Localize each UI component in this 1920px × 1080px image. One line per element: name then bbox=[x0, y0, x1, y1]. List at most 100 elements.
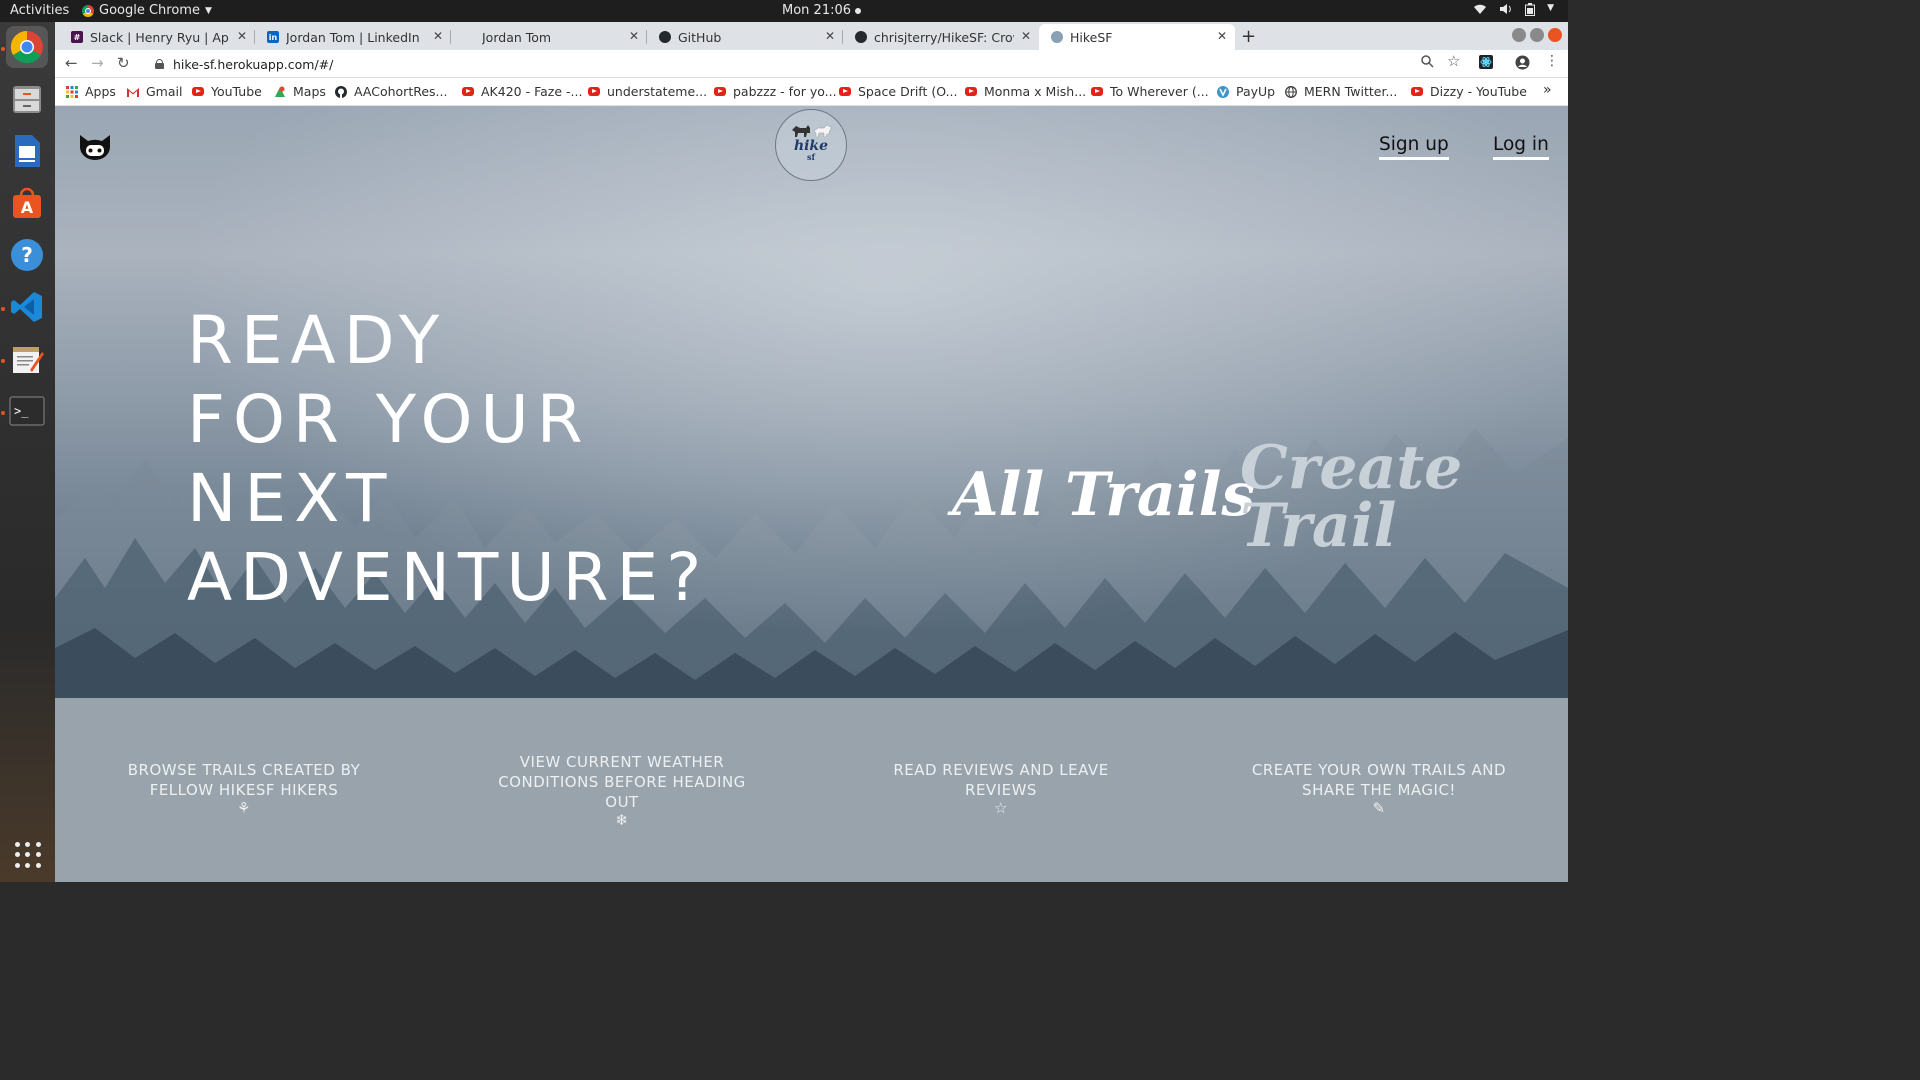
caret-down-icon: ▼ bbox=[204, 5, 212, 16]
github-cat-icon[interactable] bbox=[77, 133, 113, 163]
tab-linkedin[interactable]: in Jordan Tom | LinkedIn ✕ bbox=[255, 24, 451, 50]
zoom-icon[interactable] bbox=[1421, 55, 1434, 72]
bookmark-payup[interactable]: PayUp bbox=[1217, 84, 1275, 99]
bookmark-star-icon[interactable]: ☆ bbox=[1447, 52, 1460, 70]
window-controls bbox=[1512, 28, 1562, 42]
tab-slack[interactable]: # Slack | Henry Ryu | App Academy ✕ bbox=[59, 24, 255, 50]
signup-link[interactable]: Sign up bbox=[1379, 134, 1449, 160]
address-bar[interactable]: hike-sf.herokuapp.com/#/ bbox=[155, 54, 1475, 74]
document-icon bbox=[15, 135, 40, 167]
react-devtools-icon[interactable] bbox=[1479, 55, 1493, 73]
tab-github[interactable]: GitHub ✕ bbox=[647, 24, 843, 50]
login-link[interactable]: Log in bbox=[1493, 134, 1549, 160]
youtube-icon bbox=[1091, 87, 1103, 96]
close-tab-icon[interactable]: ✕ bbox=[629, 29, 639, 43]
show-applications-icon[interactable] bbox=[15, 842, 41, 868]
dock-vscode[interactable] bbox=[6, 286, 48, 328]
youtube-icon bbox=[714, 87, 726, 96]
pencil-icon: ✎ bbox=[1372, 799, 1386, 817]
dock-chrome[interactable] bbox=[6, 26, 48, 68]
bookmark-label: Monma x Mish... bbox=[984, 84, 1087, 99]
close-window-button[interactable] bbox=[1548, 28, 1562, 42]
create-trail-link[interactable]: Create Trail bbox=[1240, 438, 1462, 556]
feature-weather: VIEW CURRENT WEATHER CONDITIONS BEFORE H… bbox=[487, 752, 757, 828]
tab-strip: # Slack | Henry Ryu | App Academy ✕ in J… bbox=[55, 22, 1568, 50]
forward-arrow-icon[interactable]: → bbox=[91, 54, 104, 72]
bookmark-label: Maps bbox=[293, 84, 326, 99]
bookmark-youtube[interactable]: YouTube bbox=[192, 84, 262, 99]
bookmark-dizzy[interactable]: Dizzy - YouTube bbox=[1411, 84, 1527, 99]
minimize-button[interactable] bbox=[1512, 28, 1526, 42]
reload-icon[interactable]: ↻ bbox=[117, 54, 130, 72]
bookmark-understatement[interactable]: understateme... bbox=[588, 84, 707, 99]
system-tray[interactable]: ▼ bbox=[1473, 3, 1554, 19]
maps-icon bbox=[275, 86, 285, 97]
menu-kebab-icon[interactable]: ⋮ bbox=[1545, 53, 1559, 69]
new-tab-button[interactable]: + bbox=[1241, 26, 1256, 47]
bookmark-space-drift[interactable]: Space Drift (O... bbox=[839, 84, 958, 99]
slack-favicon-icon: # bbox=[71, 31, 83, 43]
chrome-icon bbox=[82, 4, 94, 17]
dock-text-editor[interactable] bbox=[6, 338, 48, 380]
ubuntu-dock: A ? >_ bbox=[0, 22, 55, 882]
bookmark-label: understateme... bbox=[607, 84, 708, 99]
bookmark-label: Space Drift (O... bbox=[858, 84, 958, 99]
dock-terminal[interactable]: >_ bbox=[6, 390, 48, 432]
file-cabinet-icon bbox=[13, 86, 41, 113]
bookmark-to-wherever[interactable]: To Wherever (... bbox=[1091, 84, 1209, 99]
bookmark-maps[interactable]: Maps bbox=[274, 84, 326, 99]
close-tab-icon[interactable]: ✕ bbox=[1217, 29, 1227, 43]
bookmark-mern-twitter[interactable]: MERN Twitter... bbox=[1285, 84, 1397, 99]
apps-grid-icon bbox=[66, 85, 78, 98]
lock-icon bbox=[155, 59, 164, 69]
tab-hikesf-repo[interactable]: chrisjterry/HikeSF: Crowdsourced ✕ bbox=[843, 24, 1039, 50]
youtube-icon bbox=[1411, 87, 1423, 96]
bookmark-label: Dizzy - YouTube bbox=[1430, 84, 1527, 99]
headline-line: NEXT bbox=[187, 460, 395, 537]
bookmarks-overflow-button[interactable]: » bbox=[1543, 82, 1552, 98]
tab-hikesf[interactable]: HikeSF ✕ bbox=[1039, 24, 1235, 50]
bookmark-gmail[interactable]: Gmail bbox=[127, 84, 182, 99]
clock[interactable]: Mon 21:06 bbox=[782, 3, 862, 18]
feature-text: CREATE YOUR OWN TRAILS AND SHARE THE MAG… bbox=[1251, 761, 1507, 799]
hero-section: hike sf Sign up Log in READY FOR YOUR NE… bbox=[55, 106, 1568, 698]
running-indicator bbox=[1, 307, 5, 311]
clock-label: Mon 21:06 bbox=[782, 3, 852, 18]
dock-help[interactable]: ? bbox=[6, 234, 48, 276]
star-icon: ☆ bbox=[994, 799, 1008, 817]
running-indicator bbox=[1, 411, 5, 415]
bookmark-aacohort[interactable]: AACohortRes... bbox=[335, 84, 447, 99]
close-tab-icon[interactable]: ✕ bbox=[825, 29, 835, 43]
close-tab-icon[interactable]: ✕ bbox=[237, 29, 247, 43]
youtube-icon bbox=[839, 87, 851, 96]
bookmark-pabzzz[interactable]: pabzzz - for yo... bbox=[714, 84, 837, 99]
text-editor-icon bbox=[13, 347, 44, 373]
dock-files[interactable] bbox=[6, 78, 48, 120]
bookmark-label: Apps bbox=[85, 84, 116, 99]
bookmark-label: Gmail bbox=[146, 84, 183, 99]
bookmark-label: PayUp bbox=[1236, 84, 1276, 99]
dock-software[interactable]: A bbox=[6, 182, 48, 224]
profile-avatar-icon[interactable] bbox=[1515, 55, 1530, 74]
toolbar: ← → ↻ hike-sf.herokuapp.com/#/ ☆ ⋮ bbox=[55, 50, 1568, 78]
globe-icon bbox=[1285, 85, 1297, 98]
maximize-button[interactable] bbox=[1530, 28, 1544, 42]
app-menu[interactable]: Google Chrome ▼ bbox=[82, 3, 212, 18]
close-tab-icon[interactable]: ✕ bbox=[1021, 29, 1031, 43]
bookmark-monma[interactable]: Monma x Mish... bbox=[965, 84, 1086, 99]
dock-writer[interactable] bbox=[6, 130, 48, 172]
back-arrow-icon[interactable]: ← bbox=[65, 54, 78, 72]
activities-button[interactable]: Activities bbox=[10, 3, 69, 18]
all-trails-link[interactable]: All Trails bbox=[952, 465, 1255, 525]
tab-jordan-tom[interactable]: Jordan Tom ✕ bbox=[451, 24, 647, 50]
tab-label: Jordan Tom | LinkedIn bbox=[286, 29, 420, 45]
bookmark-ak420[interactable]: AK420 - Faze -... bbox=[462, 84, 582, 99]
close-tab-icon[interactable]: ✕ bbox=[433, 29, 443, 43]
bookmark-label: To Wherever (... bbox=[1110, 84, 1209, 99]
battery-icon bbox=[1525, 3, 1536, 19]
running-indicator bbox=[1, 359, 5, 363]
vscode-icon bbox=[11, 292, 42, 322]
bookmark-apps[interactable]: Apps bbox=[66, 84, 116, 99]
hikesf-logo[interactable]: hike sf bbox=[775, 109, 847, 181]
tab-label: HikeSF bbox=[1070, 29, 1113, 45]
